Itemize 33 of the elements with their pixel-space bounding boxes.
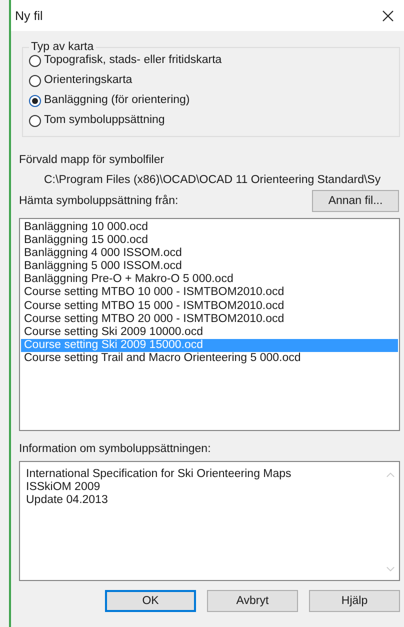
file-list-item[interactable]: Course setting MTBO 10 000 - ISMTBOM2010.ocd (21, 286, 398, 300)
dialog-button[interactable]: Hjälp (309, 590, 400, 612)
radio-button[interactable] (29, 54, 41, 66)
radio-label[interactable]: Orienteringskarta (44, 73, 132, 88)
radio-button[interactable] (29, 94, 41, 106)
file-list-item[interactable]: Banläggning Pre-O + Makro-O 5 000.ocd (21, 273, 398, 286)
radio-label[interactable]: Tom symboluppsättning (44, 113, 165, 128)
info-text-line: International Specification for Ski Orienteering Maps (26, 468, 292, 482)
folder-label: Förvald mapp för symbolfiler (19, 154, 166, 166)
info-text-line: Update 04.2013 (26, 494, 109, 508)
close-icon[interactable] (382, 10, 394, 22)
file-list-item[interactable]: Course setting MTBO 15 000 - ISMTBOM2010.ocd (21, 300, 398, 313)
radio-button[interactable] (29, 74, 41, 86)
radio-label[interactable]: Topografisk, stads- eller fritidskarta (44, 53, 222, 68)
info-label: Information om symboluppsättningen: (19, 443, 212, 455)
folder-path: C:\Program Files (x86)\OCAD\OCAD 11 Orienteering Standard\Sy (44, 174, 382, 186)
file-list-item[interactable]: Course setting MTBO 20 000 - ISMTBOM2010.ocd (21, 312, 398, 326)
file-list-item[interactable]: Course setting Trail and Macro Orienteering 5 000.ocd (21, 352, 398, 366)
window-title: Ny fil (15, 8, 43, 22)
group-title: Typ av karta (30, 41, 95, 53)
file-list-item[interactable]: Banläggning 4 000 ISSOM.ocd (21, 247, 398, 260)
other-file-button[interactable]: Annan fil... (312, 190, 399, 212)
file-list-item[interactable]: Banläggning 5 000 ISSOM.ocd (21, 260, 398, 274)
file-list-item[interactable]: Banläggning 15 000.ocd (21, 234, 398, 248)
info-text-line: ISSkiOM 2009 (26, 481, 102, 494)
file-list[interactable] (19, 218, 400, 431)
dialog-button[interactable]: OK (105, 590, 196, 612)
radio-label[interactable]: Banläggning (för orientering) (44, 93, 190, 108)
file-list-item[interactable]: Banläggning 10 000.ocd (21, 221, 398, 234)
dialog-button[interactable]: Avbryt (207, 590, 298, 612)
load-label: Hämta symboluppsättning från: (19, 195, 178, 207)
file-list-item[interactable]: Course setting Ski 2009 10000.ocd (21, 326, 398, 339)
radio-button[interactable] (29, 114, 41, 126)
